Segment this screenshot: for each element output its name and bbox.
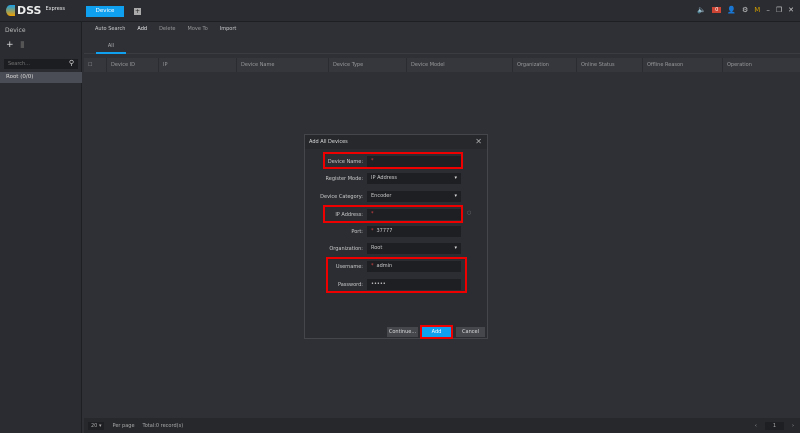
tree-root[interactable]: Root (0/0) <box>0 72 82 83</box>
add-confirm-button[interactable]: Add <box>420 325 453 339</box>
alarm-badge[interactable]: 0 <box>712 7 722 13</box>
add-button[interactable]: Add <box>137 26 147 32</box>
logo-small-icon[interactable]: M <box>754 6 760 14</box>
col-offline-reason[interactable]: Offline Reason <box>642 58 722 72</box>
minimize-icon[interactable]: – <box>766 6 770 14</box>
delete-icon[interactable]: ▮ <box>20 40 25 50</box>
table-header: ☐ Device ID IP Device Name Device Type D… <box>84 58 800 72</box>
field-port: Port: * 37777 <box>305 226 489 238</box>
tab-bar: All <box>84 40 800 54</box>
auto-search-button[interactable]: Auto Search <box>95 26 125 32</box>
value: Encoder <box>371 193 392 199</box>
close-icon[interactable]: ✕ <box>788 6 794 14</box>
total-records: Total:0 record(s) <box>142 422 184 429</box>
chevron-down-icon: ▾ <box>454 245 457 251</box>
app-sub: Express <box>45 5 66 12</box>
highlight-ip-address <box>323 205 463 223</box>
field-organization: Organization: Root ▾ <box>305 243 489 255</box>
col-operation[interactable]: Operation <box>722 58 800 72</box>
dialog-title: Add All Devices <box>309 139 348 145</box>
top-bar: DSS Express Device + 🔈 0 👤 ⚙ M – ❐ ✕ <box>0 0 800 22</box>
tab-device[interactable]: Device <box>86 6 124 17</box>
delete-button[interactable]: Delete <box>159 26 175 32</box>
col-device-type[interactable]: Device Type <box>328 58 406 72</box>
label: Port: <box>351 229 363 235</box>
select-all-checkbox[interactable]: ☐ <box>84 58 106 72</box>
sidebar: Device + ▮ Search... ⚲ Root (0/0) <box>0 22 82 433</box>
col-ip[interactable]: IP <box>158 58 236 72</box>
col-device-id[interactable]: Device ID <box>106 58 158 72</box>
value: 37777 <box>376 228 393 234</box>
field-device-category: Device Category: Encoder ▾ <box>305 191 489 203</box>
info-icon[interactable]: ○ <box>467 210 471 216</box>
search-input[interactable]: Search... ⚲ <box>4 59 78 69</box>
search-icon[interactable]: ⚲ <box>69 58 74 68</box>
add-tab-button[interactable]: + <box>134 8 141 15</box>
logo: DSS Express <box>6 4 65 17</box>
label: Register Mode: <box>325 176 363 182</box>
next-page-button[interactable]: › <box>792 423 794 429</box>
sidebar-title: Device <box>5 27 26 34</box>
add-icon[interactable]: + <box>6 40 14 50</box>
toolbar: Auto Search Add Delete Move To Import <box>95 26 236 32</box>
port-input[interactable]: * 37777 <box>367 226 461 237</box>
restore-icon[interactable]: ❐ <box>776 6 782 14</box>
user-icon[interactable]: 👤 <box>727 6 736 14</box>
highlight-credentials <box>326 257 467 293</box>
label: Device Category: <box>320 194 363 200</box>
register-mode-select[interactable]: IP Address ▾ <box>367 173 461 184</box>
field-register-mode: Register Mode: IP Address ▾ <box>305 173 489 185</box>
tab-all[interactable]: All <box>96 40 126 54</box>
page-input[interactable]: 1 <box>764 421 784 430</box>
prev-page-button[interactable]: ‹ <box>755 423 757 429</box>
device-category-select[interactable]: Encoder ▾ <box>367 191 461 202</box>
chevron-down-icon: ▾ <box>454 175 457 181</box>
value: Root <box>371 245 383 251</box>
continue-button[interactable]: Continue... <box>387 327 418 337</box>
col-device-model[interactable]: Device Model <box>406 58 512 72</box>
per-page-select[interactable]: 20 ▾ <box>88 421 105 430</box>
pagination-footer: 20 ▾ Per page Total:0 record(s) ‹ 1 › <box>84 418 800 433</box>
import-button[interactable]: Import <box>220 26 237 32</box>
per-page-value: 20 <box>91 422 98 429</box>
search-placeholder: Search... <box>8 61 30 67</box>
cancel-button[interactable]: Cancel <box>456 327 485 337</box>
per-page-label: Per page <box>112 422 135 429</box>
highlight-device-name <box>323 152 463 169</box>
app-name: DSS <box>17 4 42 17</box>
col-organization[interactable]: Organization <box>512 58 576 72</box>
chevron-down-icon: ▾ <box>454 193 457 199</box>
organization-select[interactable]: Root ▾ <box>367 243 461 254</box>
move-to-button[interactable]: Move To <box>188 26 208 32</box>
gear-icon[interactable]: ⚙ <box>742 6 748 14</box>
col-online-status[interactable]: Online Status <box>576 58 642 72</box>
close-dialog-icon[interactable]: ✕ <box>475 135 482 149</box>
value: IP Address <box>371 175 397 181</box>
logo-icon <box>6 5 15 16</box>
col-device-name[interactable]: Device Name <box>236 58 328 72</box>
dialog-header: Add All Devices ✕ <box>305 135 487 149</box>
add-devices-dialog: Add All Devices ✕ Device Name: * Register … <box>304 134 488 339</box>
speaker-icon[interactable]: 🔈 <box>697 6 706 14</box>
label: Organization: <box>329 246 363 252</box>
